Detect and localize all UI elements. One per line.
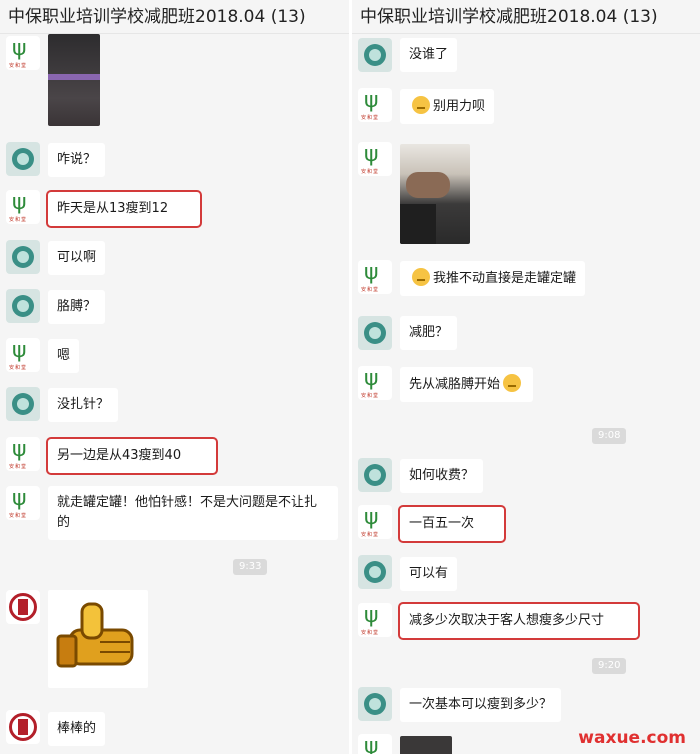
avatar[interactable]: ψ安和堂 bbox=[358, 142, 392, 176]
avatar[interactable] bbox=[6, 289, 40, 323]
message-bubble-highlighted: 一百五一次 bbox=[398, 505, 506, 543]
message-bubble: 减肥？ bbox=[400, 316, 458, 350]
message-bubble: 嗯 bbox=[48, 339, 80, 373]
message-bubble-highlighted: 另一边是从43瘦到40 bbox=[46, 437, 218, 475]
message-row: ψ 安和堂 我推不动直接是走罐定罐 bbox=[352, 260, 700, 300]
message-row: ψ 安和堂 先从减胳膊开始 bbox=[352, 366, 700, 406]
message-bubble: 就走罐定罐！他怕针感！不是大问题是不让扎的 bbox=[48, 486, 338, 540]
message-row: 没扎针？ bbox=[0, 387, 349, 423]
message-row: ψ 安和堂 嗯 bbox=[0, 338, 349, 374]
avatar[interactable]: ψ安和堂 bbox=[358, 734, 392, 754]
avatar[interactable]: ψ安和堂 bbox=[6, 36, 40, 70]
message-row: ψ 安和堂 昨天是从13瘦到12 bbox=[0, 190, 349, 228]
avatar[interactable]: ψ安和堂 bbox=[358, 260, 392, 294]
message-row: 如何收费？ bbox=[352, 458, 700, 494]
avatar[interactable] bbox=[6, 590, 40, 624]
message-row: ψ安和堂 bbox=[0, 34, 349, 130]
message-bubble: 别用力呗 bbox=[400, 89, 495, 124]
avatar[interactable] bbox=[358, 555, 392, 589]
chat-panel-right: 中保职业培训学校减肥班2018.04 (13) 没谁了 ψ 安和堂 别用力呗 ψ安… bbox=[352, 0, 700, 754]
message-text: 别用力呗 bbox=[433, 99, 486, 114]
message-row: ψ 安和堂 就走罐定罐！他怕针感！不是大问题是不让扎的 bbox=[0, 486, 349, 542]
message-bubble-highlighted: 减多少次取决于客人想瘦多少尺寸 bbox=[398, 602, 640, 640]
message-row: 咋说？ bbox=[0, 142, 349, 178]
timestamp: 9:20 bbox=[592, 658, 627, 674]
avatar[interactable]: ψ安和堂 bbox=[358, 505, 392, 539]
avatar[interactable]: ψ安和堂 bbox=[6, 338, 40, 372]
message-row: ψ 安和堂 另一边是从43瘦到40 bbox=[0, 437, 349, 475]
message-bubble: 可以啊 bbox=[48, 241, 106, 275]
message-bubble: 可以有 bbox=[400, 557, 458, 591]
avatar[interactable]: ψ安和堂 bbox=[358, 366, 392, 400]
avatar[interactable] bbox=[358, 38, 392, 72]
message-bubble: 咋说？ bbox=[48, 143, 106, 177]
watermark: waxue.com bbox=[578, 728, 686, 748]
chat-panel-left: 中保职业培训学校减肥班2018.04 (13) ψ 安和堂 咋说？ ψ 安和堂 昨天… bbox=[0, 0, 349, 754]
message-bubble: 没扎针？ bbox=[48, 388, 119, 422]
message-row: 一次基本可以瘦到多少？ bbox=[352, 687, 700, 723]
avatar[interactable]: ψ安和堂 bbox=[358, 88, 392, 122]
thinking-emoji-icon bbox=[412, 96, 430, 114]
thumbs-up-sticker[interactable] bbox=[48, 590, 148, 688]
avatar[interactable] bbox=[6, 142, 40, 176]
message-row: ψ 安和堂 减多少次取决于客人想瘦多少尺寸 bbox=[352, 602, 700, 643]
message-row: 没谁了 bbox=[352, 38, 700, 72]
chat-title: 中保职业培训学校减肥班2018.04 (13) bbox=[0, 0, 349, 34]
avatar[interactable]: ψ安和堂 bbox=[6, 486, 40, 520]
message-bubble-highlighted: 昨天是从13瘦到12 bbox=[46, 190, 202, 228]
message-bubble: 胳膊？ bbox=[48, 290, 106, 324]
photo-message[interactable] bbox=[400, 144, 470, 244]
message-row: 可以有 bbox=[352, 555, 700, 591]
message-bubble: 没谁了 bbox=[400, 38, 458, 72]
timestamp: 9:08 bbox=[592, 428, 627, 444]
avatar[interactable] bbox=[358, 316, 392, 350]
thinking-emoji-icon bbox=[503, 374, 522, 392]
message-row: 减肥？ bbox=[352, 316, 700, 352]
photo-message[interactable] bbox=[400, 736, 452, 754]
avatar[interactable]: ψ安和堂 bbox=[6, 437, 40, 471]
message-row: ψ安和堂 bbox=[352, 142, 700, 244]
message-bubble: 我推不动直接是走罐定罐 bbox=[400, 261, 586, 296]
message-bubble: 棒棒的 bbox=[48, 712, 106, 746]
message-text: 先从减胳膊开始 bbox=[409, 377, 501, 392]
avatar[interactable] bbox=[358, 458, 392, 492]
message-bubble: 一次基本可以瘦到多少？ bbox=[400, 688, 562, 722]
message-row: 胳膊？ bbox=[0, 289, 349, 325]
message-bubble: 先从减胳膊开始 bbox=[400, 367, 534, 402]
message-bubble: 如何收费？ bbox=[400, 459, 484, 493]
message-row: 棒棒的 bbox=[0, 710, 349, 750]
avatar[interactable]: ψ安和堂 bbox=[6, 190, 40, 224]
message-text: 我推不动直接是走罐定罐 bbox=[433, 271, 577, 286]
message-row: 可以啊 bbox=[0, 240, 349, 276]
message-row bbox=[0, 590, 349, 690]
message-row: ψ 安和堂 别用力呗 bbox=[352, 88, 700, 126]
timestamp: 9:33 bbox=[233, 559, 268, 575]
avatar[interactable] bbox=[6, 240, 40, 274]
chat-title: 中保职业培训学校减肥班2018.04 (13) bbox=[352, 0, 700, 34]
thinking-emoji-icon bbox=[412, 268, 430, 286]
avatar[interactable] bbox=[6, 387, 40, 421]
avatar[interactable] bbox=[6, 710, 40, 744]
photo-message[interactable] bbox=[48, 34, 100, 126]
avatar[interactable]: ψ安和堂 bbox=[358, 603, 392, 637]
message-row: ψ 安和堂 一百五一次 bbox=[352, 505, 700, 545]
avatar[interactable] bbox=[358, 687, 392, 721]
